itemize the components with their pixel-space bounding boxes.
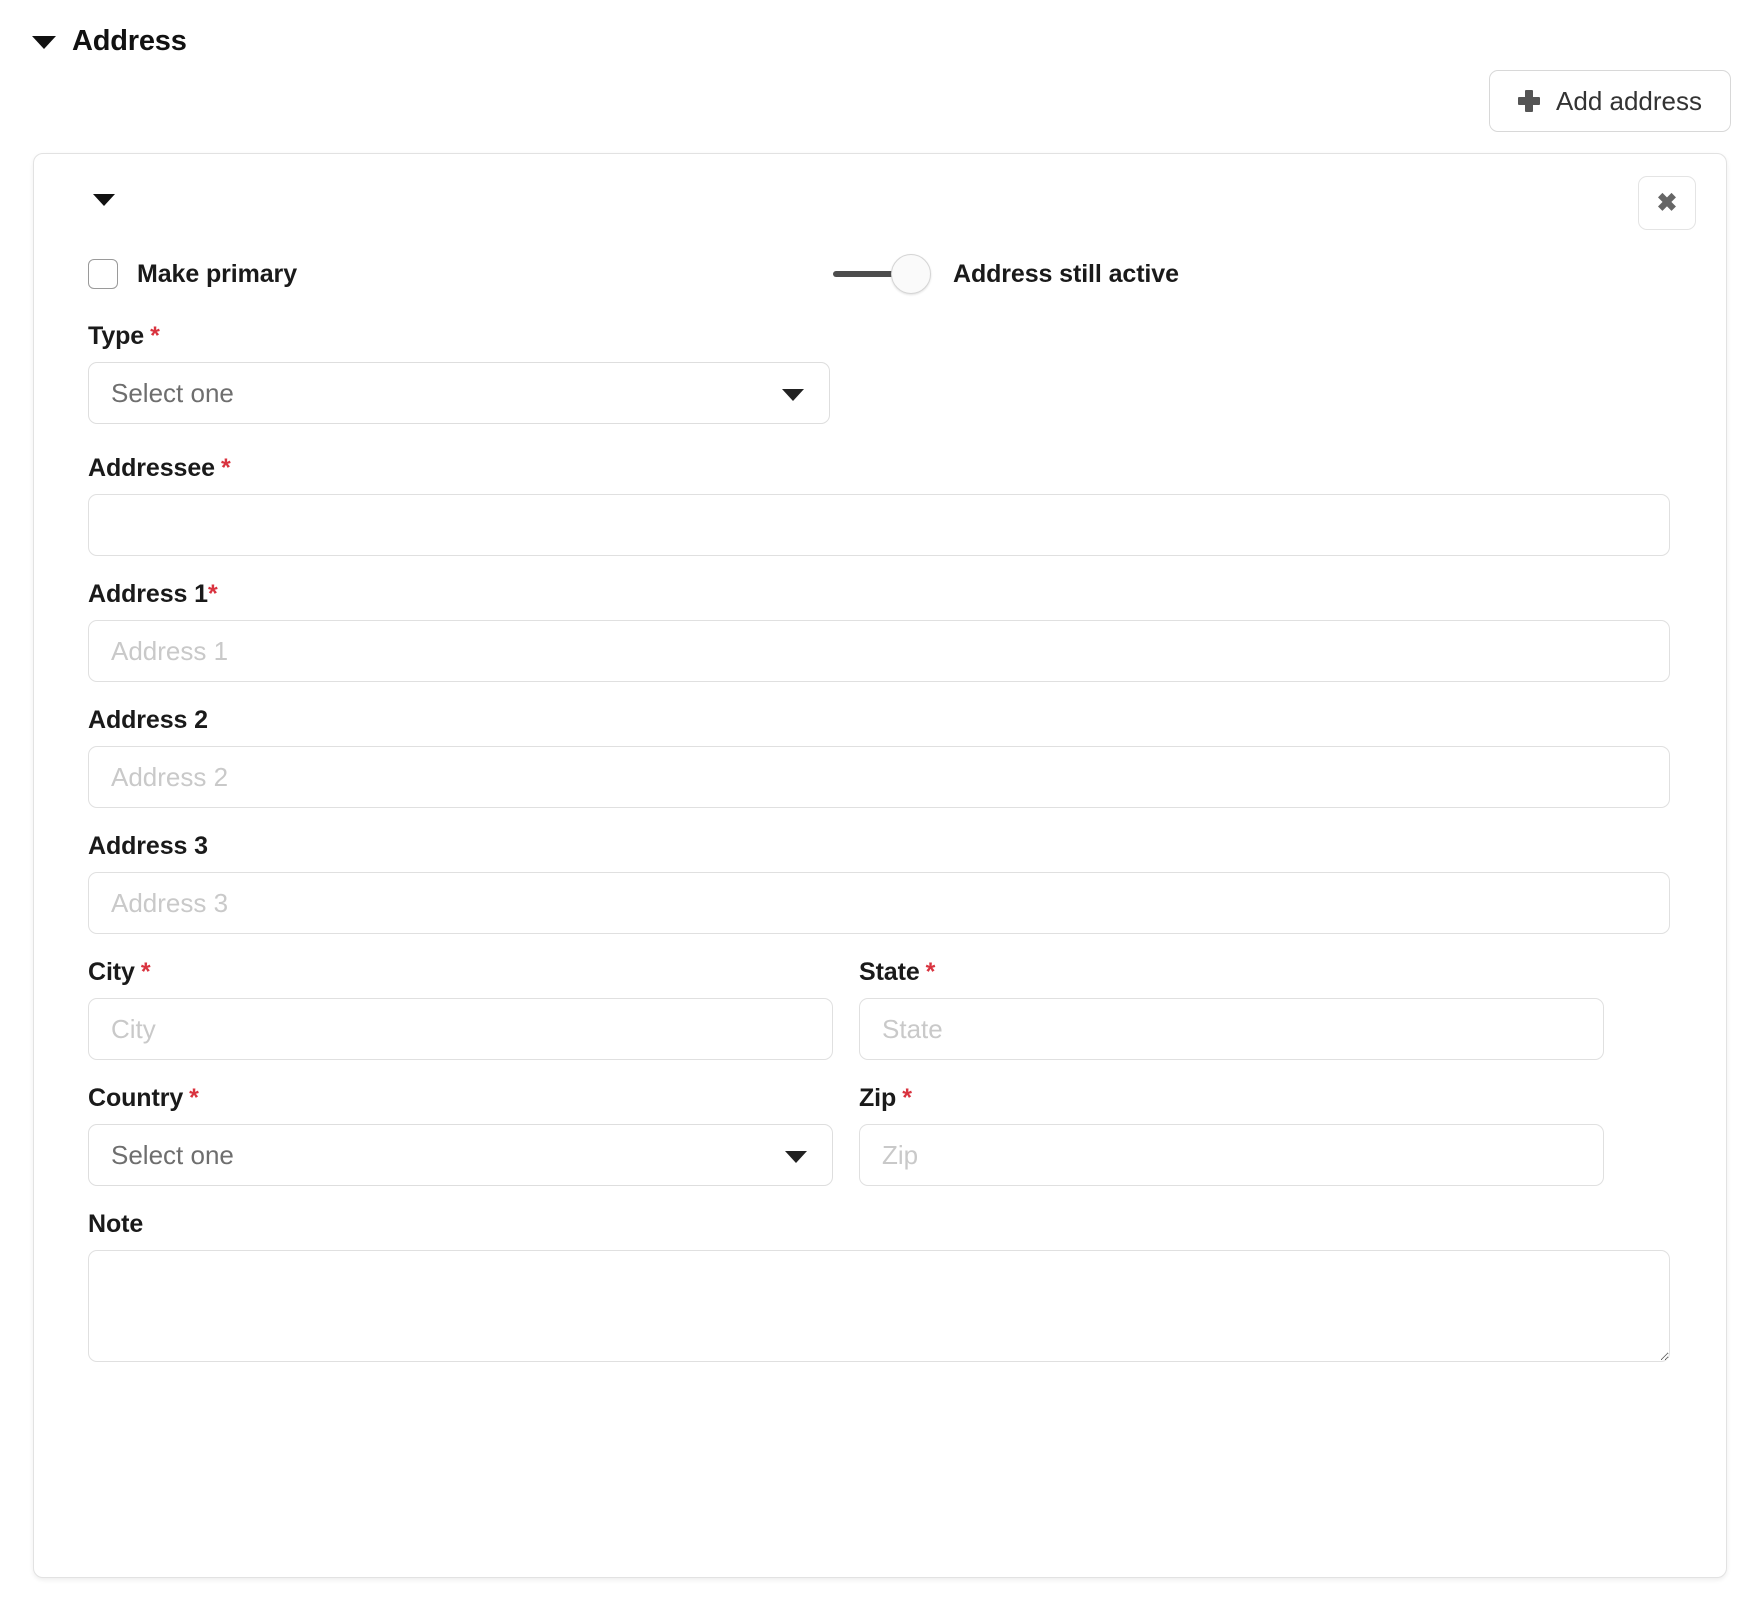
city-state-row: City* State* [56,958,1698,1060]
zip-field: Zip * [859,1084,1604,1186]
address-active-group: Address still active [833,254,1179,294]
caret-down-icon[interactable] [93,194,115,206]
address3-input[interactable] [88,872,1670,934]
country-select[interactable]: Select one [88,1124,833,1186]
plus-icon [1518,90,1541,112]
add-address-toolbar: Add address [0,56,1753,132]
city-label: City * [88,958,151,986]
address1-field: Address 1* [56,580,1698,682]
close-icon: ✖ [1656,188,1678,217]
address1-input[interactable] [88,620,1670,682]
address-card-header: ✖ [56,176,1698,238]
required-asterisk: * [220,454,231,482]
country-zip-row: Country * Select one Zip * [56,1084,1698,1186]
country-select-value: Select one [111,1139,234,1170]
type-label: Type * [88,322,160,350]
note-field: Note [56,1210,1698,1362]
address2-input[interactable] [88,746,1670,808]
required-asterisk: * [208,580,218,608]
type-field: Type * Select one [56,322,1698,424]
address-card: ✖ Make primary Address still active Type… [33,153,1727,1578]
address3-field: Address 3 [56,832,1698,934]
country-select-wrapper: Select one [88,1124,833,1186]
type-select[interactable]: Select one [88,362,830,424]
add-address-label: Add address [1556,85,1702,116]
addressee-field: Addressee * [56,454,1698,556]
address-section-header: Address [0,0,1753,57]
address3-label: Address 3 [88,832,208,860]
note-label: Note [88,1210,144,1238]
required-asterisk: * [902,1084,912,1112]
make-primary-checkbox[interactable] [88,259,118,289]
city-input[interactable] [88,998,833,1060]
zip-label: Zip * [859,1084,912,1112]
toggle-knob [891,254,931,294]
required-asterisk: * [925,958,936,986]
required-asterisk: * [189,1084,199,1112]
state-field: State * [859,958,1604,1060]
caret-down-icon[interactable] [32,35,56,49]
add-address-button[interactable]: Add address [1489,70,1731,132]
address2-label: Address 2 [88,706,208,734]
required-asterisk: * [150,322,160,350]
remove-address-button[interactable]: ✖ [1638,176,1696,230]
country-label: Country * [88,1084,199,1112]
note-textarea[interactable] [88,1250,1670,1362]
country-field: Country * Select one [88,1084,833,1186]
address-still-active-toggle[interactable] [833,254,931,294]
page-title: Address [72,24,187,57]
state-input[interactable] [859,998,1604,1060]
make-primary-group: Make primary [88,259,833,289]
type-select-wrapper: Select one [88,362,830,424]
addressee-label: Addressee * [88,454,231,482]
address1-label: Address 1* [88,580,218,608]
addressee-input[interactable] [88,494,1670,556]
type-select-value: Select one [111,377,234,408]
required-asterisk: * [140,958,151,986]
city-field: City * [88,958,833,1060]
address-still-active-label: Address still active [953,259,1179,288]
make-primary-label: Make primary [137,259,297,288]
zip-input[interactable] [859,1124,1604,1186]
primary-and-active-row: Make primary Address still active [56,238,1698,298]
state-label: State * [859,958,936,986]
address2-field: Address 2 [56,706,1698,808]
